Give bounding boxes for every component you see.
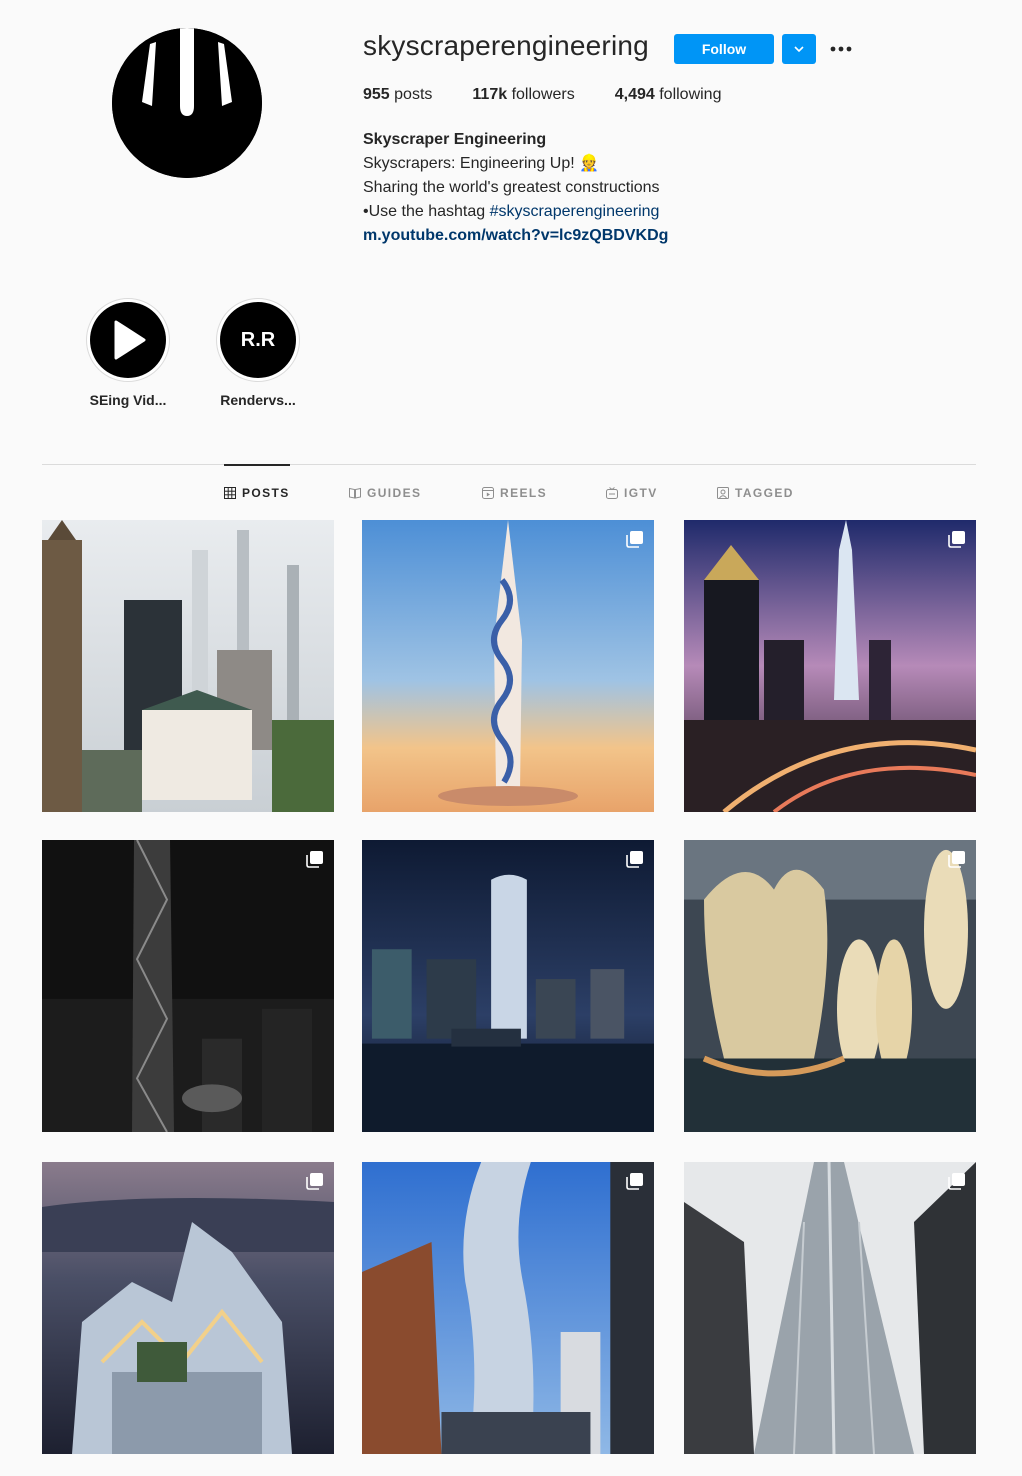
bio-line-3: •Use the hashtag #skyscraperengineering <box>363 200 668 224</box>
post-thumbnail[interactable] <box>684 520 976 812</box>
highlight-seing-videos[interactable]: SEing Vid... <box>86 298 170 408</box>
grid-icon <box>224 487 236 499</box>
tab-label: GUIDES <box>367 486 422 500</box>
posts-count: 955 <box>363 86 390 103</box>
posts-label: posts <box>394 86 433 103</box>
following-label: following <box>659 86 722 103</box>
tab-label: TAGGED <box>735 486 794 500</box>
highlight-label: Rendervs... <box>220 392 296 408</box>
profile-avatar[interactable] <box>112 28 262 178</box>
igtv-icon <box>606 487 618 499</box>
website-link[interactable]: m.youtube.com/watch?v=lc9zQBDVKDg <box>363 227 668 244</box>
following-count: 4,494 <box>614 86 655 103</box>
post-image <box>42 1162 334 1454</box>
multi-post-icon <box>306 851 323 868</box>
post-image <box>684 520 976 812</box>
profile-stats: 955 posts 117k followers 4,494 following <box>363 86 761 104</box>
highlight-rendervs[interactable]: R.R Rendervs... <box>216 298 300 408</box>
tab-tagged[interactable]: TAGGED <box>717 486 794 500</box>
highlight-cover-text: R.R <box>240 328 276 351</box>
active-tab-indicator <box>224 464 290 466</box>
tab-reels[interactable]: REELS <box>482 486 547 500</box>
tab-guides[interactable]: GUIDES <box>349 486 421 500</box>
post-image <box>684 840 976 1132</box>
multi-post-icon <box>626 531 643 548</box>
profile-username: skyscraperengineering <box>363 30 649 61</box>
tab-igtv[interactable]: IGTV <box>606 486 658 500</box>
post-image <box>362 1162 654 1454</box>
multi-post-icon <box>306 1173 323 1190</box>
multi-post-icon <box>948 531 965 548</box>
play-icon <box>114 320 146 360</box>
hashtag-link[interactable]: #skyscraperengineering <box>490 203 660 220</box>
chevron-down-icon <box>794 46 804 53</box>
tab-label: IGTV <box>624 486 658 500</box>
profile-full-name: Skyscraper Engineering <box>363 131 547 148</box>
post-thumbnail[interactable] <box>362 840 654 1132</box>
post-image <box>42 840 334 1132</box>
post-image <box>42 520 334 812</box>
more-options-button[interactable] <box>826 34 856 64</box>
brand-logo-icon <box>112 28 262 178</box>
multi-post-icon <box>948 1173 965 1190</box>
bio-line-1: Skyscrapers: Engineering Up! 👷 <box>363 155 600 172</box>
highlight-cover: R.R <box>220 302 296 378</box>
tagged-icon <box>717 487 729 499</box>
post-image <box>684 1162 976 1454</box>
post-thumbnail[interactable] <box>684 1162 976 1454</box>
multi-post-icon <box>626 1173 643 1190</box>
tab-posts[interactable]: POSTS <box>224 486 290 500</box>
highlight-label: SEing Vid... <box>89 392 167 408</box>
ellipsis-icon <box>830 46 852 52</box>
highlight-ring <box>86 298 170 382</box>
tab-label: REELS <box>500 486 548 500</box>
reels-icon <box>482 487 494 499</box>
post-thumbnail[interactable] <box>42 520 334 812</box>
followers-count: 117k <box>472 86 508 103</box>
post-image <box>362 520 654 812</box>
highlight-ring: R.R <box>216 298 300 382</box>
post-thumbnail[interactable] <box>684 840 976 1132</box>
following-stat[interactable]: 4,494 following <box>615 86 722 104</box>
bio-line-3-prefix: •Use the hashtag <box>363 203 490 220</box>
multi-post-icon <box>626 851 643 868</box>
tab-label: POSTS <box>242 486 290 500</box>
guide-icon <box>349 487 361 499</box>
profile-bio: Skyscraper Engineering Skyscrapers: Engi… <box>363 128 668 248</box>
followers-stat[interactable]: 117k followers <box>472 86 574 104</box>
highlight-cover <box>90 302 166 378</box>
post-thumbnail[interactable] <box>362 520 654 812</box>
post-image <box>362 840 654 1132</box>
post-thumbnail[interactable] <box>42 1162 334 1454</box>
post-thumbnail[interactable] <box>362 1162 654 1454</box>
suggested-dropdown-button[interactable] <box>782 34 816 64</box>
multi-post-icon <box>948 851 965 868</box>
follow-button[interactable]: Follow <box>674 34 774 64</box>
posts-stat: 955 posts <box>363 86 432 104</box>
bio-line-2: Sharing the world's greatest constructio… <box>363 179 660 196</box>
followers-label: followers <box>511 86 575 103</box>
tabs-divider <box>42 464 976 465</box>
post-thumbnail[interactable] <box>42 840 334 1132</box>
